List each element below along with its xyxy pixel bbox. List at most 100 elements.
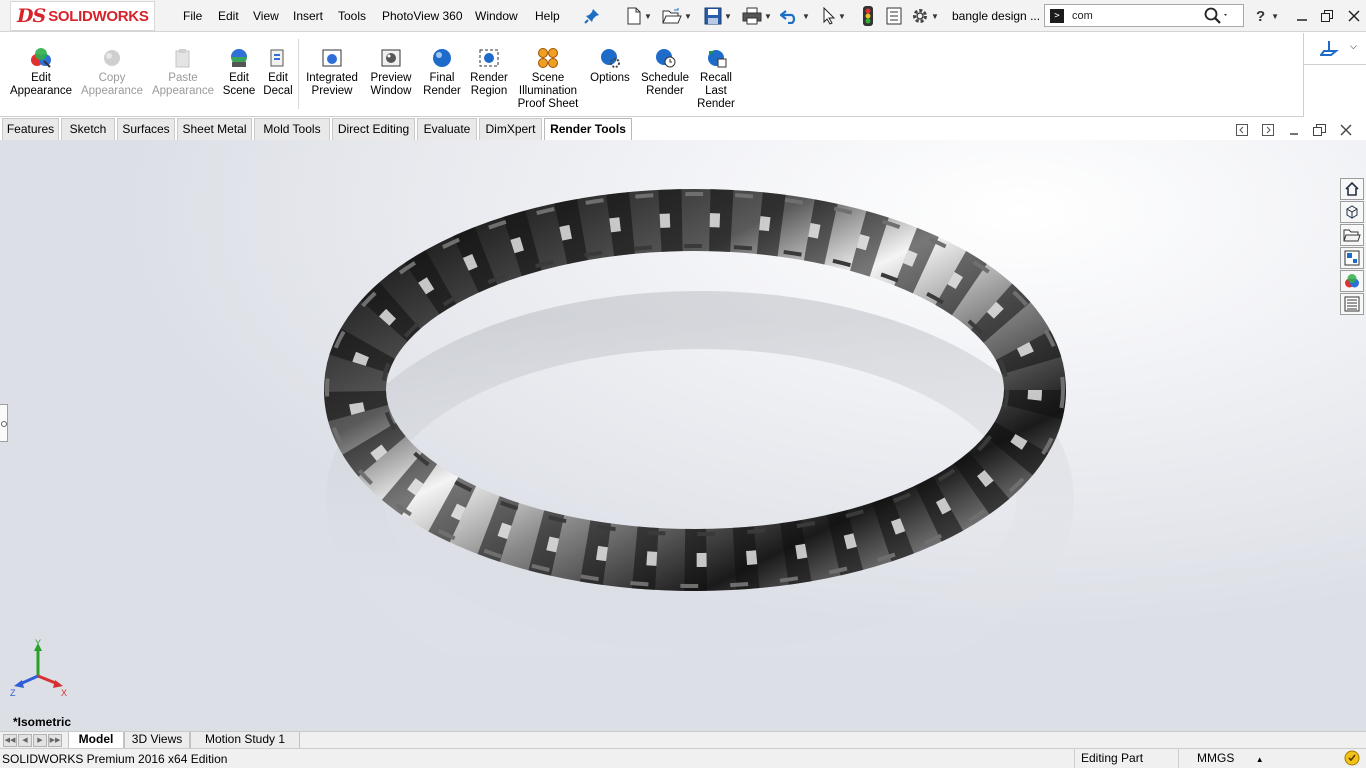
options-icon — [601, 49, 620, 68]
menu-help[interactable]: Help — [535, 9, 560, 23]
last-tab-arrow-icon[interactable]: ▶▶ — [48, 734, 62, 747]
copy-appearance-button[interactable]: Copy Appearance — [79, 37, 145, 98]
solidworks-logo[interactable]: DS SOLIDWORKS — [10, 1, 155, 31]
rebuild-status-icon[interactable] — [1344, 750, 1360, 768]
command-manager-tabs: Features Sketch Surfaces Sheet Metal Mol… — [0, 117, 1366, 141]
menu-photoview-360[interactable]: PhotoView 360 — [382, 9, 463, 23]
chevron-up-icon: ▲ — [1255, 755, 1264, 764]
open-icon[interactable]: ▼ — [662, 6, 692, 26]
folder-icon[interactable] — [1340, 224, 1364, 246]
final-render-button[interactable]: Final Render — [422, 37, 462, 98]
render-region-icon — [479, 49, 499, 67]
help-icon[interactable]: ? ▼ — [1256, 6, 1279, 26]
new-document-icon[interactable]: ▼ — [626, 6, 652, 26]
schedule-render-icon — [656, 49, 676, 68]
command-search-box[interactable]: > — [1044, 4, 1244, 27]
next-tab-arrow-icon[interactable]: ▶ — [33, 734, 47, 747]
edit-decal-button[interactable]: Edit Decal — [262, 37, 294, 98]
undo-icon[interactable]: ▼ — [780, 6, 810, 26]
final-render-icon — [433, 49, 451, 67]
scene-illumination-icon — [538, 48, 558, 68]
edit-scene-button[interactable]: Edit Scene — [221, 37, 257, 98]
tab-surfaces[interactable]: Surfaces — [117, 118, 175, 140]
chevron-down-icon[interactable]: ⌵ — [1350, 41, 1357, 52]
pin-icon[interactable] — [584, 6, 600, 26]
appearances-icon[interactable] — [1340, 270, 1364, 292]
custom-properties-icon[interactable] — [1340, 293, 1364, 315]
edit-scene-icon — [231, 49, 247, 67]
tab-sheet-metal[interactable]: Sheet Metal — [177, 118, 252, 140]
brand-name: SOLIDWORKS — [48, 7, 149, 25]
ribbon-separator — [298, 39, 299, 109]
command-prompt-icon: > — [1050, 8, 1064, 23]
tab-direct-editing[interactable]: Direct Editing — [332, 118, 415, 140]
svg-text:Z: Z — [10, 688, 16, 698]
file-properties-icon[interactable] — [886, 6, 902, 26]
prev-tab-arrow-icon[interactable]: ◀ — [18, 734, 32, 747]
minimize-icon[interactable] — [1295, 6, 1309, 26]
integrated-preview-button[interactable]: Integrated Preview — [302, 37, 362, 98]
unit-system-selector[interactable]: MMGS ▲ — [1178, 749, 1338, 768]
render-region-button[interactable]: Render Region — [466, 37, 512, 98]
rebuild-icon[interactable] — [862, 6, 874, 26]
feature-manager-toggle[interactable] — [0, 404, 8, 442]
tab-3d-views[interactable]: 3D Views — [124, 732, 190, 749]
copy-appearance-icon — [104, 50, 120, 66]
options-gear-icon[interactable]: ▼ — [911, 6, 939, 26]
menu-view[interactable]: View — [253, 9, 279, 23]
svg-text:X: X — [61, 688, 67, 698]
doc-minimize-icon[interactable] — [1288, 124, 1300, 139]
tile-left-icon[interactable] — [1236, 124, 1248, 139]
preview-window-button[interactable]: Preview Window — [366, 37, 416, 98]
graphics-area[interactable]: Y X Z *Isometric — [0, 140, 1366, 731]
command-manager-ribbon: Edit Appearance Copy Appearance Paste Appea… — [0, 33, 1304, 117]
edit-appearance-icon — [31, 48, 51, 68]
schedule-render-button[interactable]: Schedule Render — [638, 37, 692, 98]
reference-geometry-icon[interactable] — [1319, 39, 1342, 60]
select-icon[interactable]: ▼ — [822, 6, 846, 26]
tab-dimxpert[interactable]: DimXpert — [479, 118, 542, 140]
tab-model[interactable]: Model — [68, 732, 124, 749]
close-icon[interactable] — [1347, 6, 1361, 26]
paste-appearance-button[interactable]: Paste Appearance — [150, 37, 216, 98]
status-bar: SOLIDWORKS Premium 2016 x64 Edition Edit… — [0, 748, 1366, 768]
product-edition: SOLIDWORKS Premium 2016 x64 Edition — [2, 752, 228, 766]
menu-edit[interactable]: Edit — [218, 9, 239, 23]
search-input[interactable] — [1072, 9, 1202, 22]
document-title: bangle design ... — [952, 9, 1041, 23]
menu-file[interactable]: File — [183, 9, 202, 23]
options-button[interactable]: Options — [586, 37, 634, 85]
tab-sketch[interactable]: Sketch — [61, 118, 115, 140]
save-icon[interactable]: ▼ — [704, 6, 732, 26]
tab-evaluate[interactable]: Evaluate — [417, 118, 477, 140]
view-palette-icon[interactable] — [1340, 247, 1364, 269]
restore-icon[interactable] — [1320, 6, 1334, 26]
tab-render-tools[interactable]: Render Tools — [544, 118, 632, 141]
scene-illumination-proof-sheet-button[interactable]: Scene Illumination Proof Sheet — [515, 37, 581, 111]
menu-window[interactable]: Window — [475, 9, 518, 23]
ribbon-flyout[interactable]: ⌵ — [1304, 33, 1366, 65]
menu-tools[interactable]: Tools — [338, 9, 366, 23]
doc-close-icon[interactable] — [1340, 124, 1352, 139]
search-icon[interactable] — [1203, 7, 1229, 28]
tab-mold-tools[interactable]: Mold Tools — [254, 118, 330, 140]
paste-appearance-icon — [175, 49, 190, 68]
menu-insert[interactable]: Insert — [293, 9, 323, 23]
unit-system-label: MMGS — [1197, 751, 1235, 765]
doc-restore-icon[interactable] — [1313, 124, 1326, 139]
bangle-3d-model[interactable] — [0, 140, 1366, 731]
model-view-tabs: ◀◀ ◀ ▶ ▶▶ Model 3D Views Motion Study 1 — [0, 731, 1366, 749]
3d-parts-icon[interactable] — [1340, 201, 1364, 223]
tab-motion-study-1[interactable]: Motion Study 1 — [190, 732, 300, 749]
ds-logo-mark: DS — [17, 5, 46, 27]
first-tab-arrow-icon[interactable]: ◀◀ — [3, 734, 17, 747]
recall-last-render-button[interactable]: Recall Last Render — [696, 37, 736, 111]
title-bar: DS SOLIDWORKS File Edit View Insert Tool… — [0, 0, 1366, 32]
edit-appearance-button[interactable]: Edit Appearance — [8, 37, 74, 98]
home-icon[interactable] — [1340, 178, 1364, 200]
print-icon[interactable]: ▼ — [742, 6, 772, 26]
view-orientation-label: *Isometric — [13, 715, 72, 729]
tab-features[interactable]: Features — [2, 118, 59, 140]
tile-right-icon[interactable] — [1262, 124, 1274, 139]
task-pane-tabs — [1340, 178, 1364, 316]
